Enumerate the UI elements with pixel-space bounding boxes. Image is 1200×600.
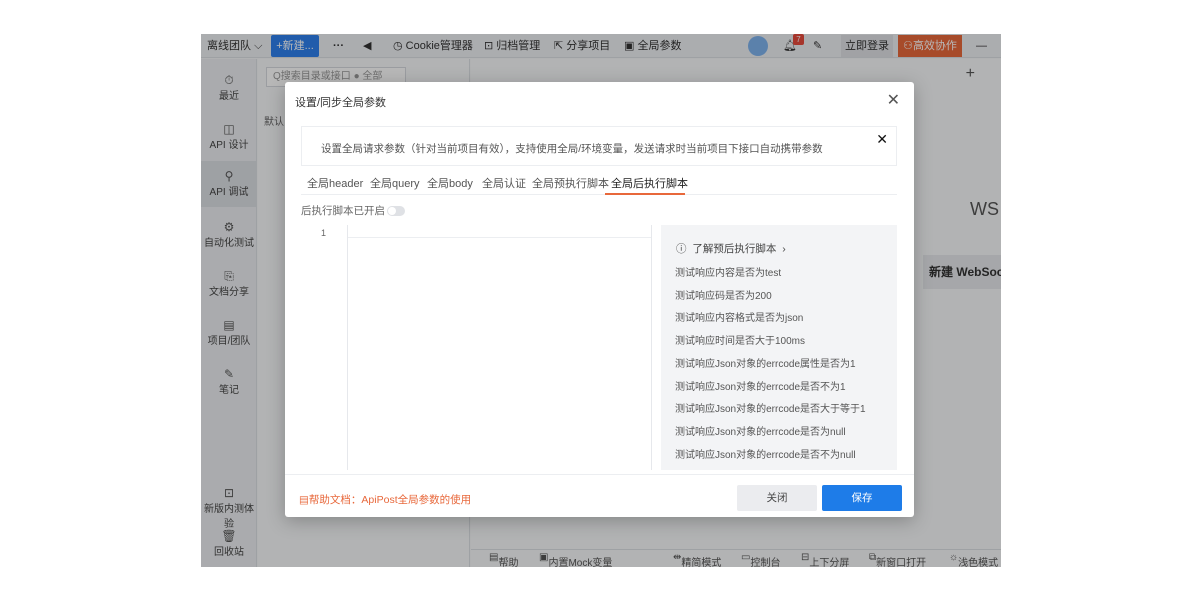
tab-global-header[interactable]: 全局header [307, 175, 363, 191]
global-params-dialog: 设置/同步全局参数 ✕ 设置全局请求参数（针对当前项目有效），支持使用全局/环境… [285, 82, 914, 517]
snippet-item[interactable]: 测试响应Json对象的errcode是否为null [675, 423, 846, 438]
toggle-label: 后执行脚本已开启 [301, 205, 385, 217]
learn-scripts-link[interactable]: ⓘ 了解预后执行脚本 › [676, 241, 786, 256]
active-tab-indicator [605, 193, 685, 195]
post-script-toggle-row: 后执行脚本已开启 [301, 203, 405, 218]
help-circle-icon: ⓘ [676, 243, 687, 255]
current-line-highlight [348, 237, 652, 238]
editor-divider[interactable] [651, 225, 652, 470]
notice-close-icon[interactable]: ✕ [876, 131, 888, 148]
tab-pre-script[interactable]: 全局预执行脚本 [532, 175, 609, 191]
snippet-panel: ⓘ 了解预后执行脚本 › 测试响应内容是否为test 测试响应码是否为200 测… [661, 225, 897, 470]
dialog-title: 设置/同步全局参数 [295, 97, 387, 109]
tab-global-query[interactable]: 全局query [370, 175, 420, 191]
script-editor[interactable]: 1 [301, 225, 652, 470]
snippet-item[interactable]: 测试响应码是否为200 [675, 287, 772, 302]
snippet-item[interactable]: 测试响应内容格式是否为json [675, 309, 803, 324]
notice-banner: 设置全局请求参数（针对当前项目有效），支持使用全局/环境变量，发送请求时当前项目… [301, 126, 897, 166]
close-icon[interactable]: ✕ [887, 92, 900, 110]
line-number: 1 [321, 228, 327, 238]
snippet-item[interactable]: 测试响应时间是否大于100ms [675, 332, 805, 347]
learn-scripts-label: 了解预后执行脚本 [692, 243, 777, 255]
doc-icon: ▤ [299, 494, 309, 506]
cancel-button[interactable]: 关闭 [737, 485, 817, 511]
tab-global-body[interactable]: 全局body [427, 175, 473, 191]
chevron-right-icon: › [782, 243, 786, 255]
tab-post-script[interactable]: 全局后执行脚本 [611, 175, 688, 191]
help-doc-label: 帮助文档：ApiPost全局参数的使用 [308, 494, 472, 506]
notice-text: 设置全局请求参数（针对当前项目有效），支持使用全局/环境变量，发送请求时当前项目… [321, 143, 823, 155]
save-button[interactable]: 保存 [822, 485, 902, 511]
snippet-item[interactable]: 测试响应Json对象的errcode是否大于等于1 [675, 400, 866, 415]
post-script-toggle[interactable] [387, 206, 405, 217]
snippet-item[interactable]: 测试响应内容是否为test [675, 264, 781, 279]
help-doc-link[interactable]: ▤帮助文档：ApiPost全局参数的使用 [299, 492, 471, 507]
snippet-item[interactable]: 测试响应Json对象的errcode是否不为null [675, 446, 856, 461]
snippet-item[interactable]: 测试响应Json对象的errcode属性是否为1 [675, 355, 856, 370]
tab-bar: 全局header 全局query 全局body 全局认证 全局预执行脚本 全局后… [301, 171, 897, 195]
footer-divider [285, 474, 914, 475]
editor-text-area[interactable] [347, 225, 652, 470]
tab-global-auth[interactable]: 全局认证 [482, 175, 526, 191]
snippet-item[interactable]: 测试响应Json对象的errcode是否不为1 [675, 378, 846, 393]
